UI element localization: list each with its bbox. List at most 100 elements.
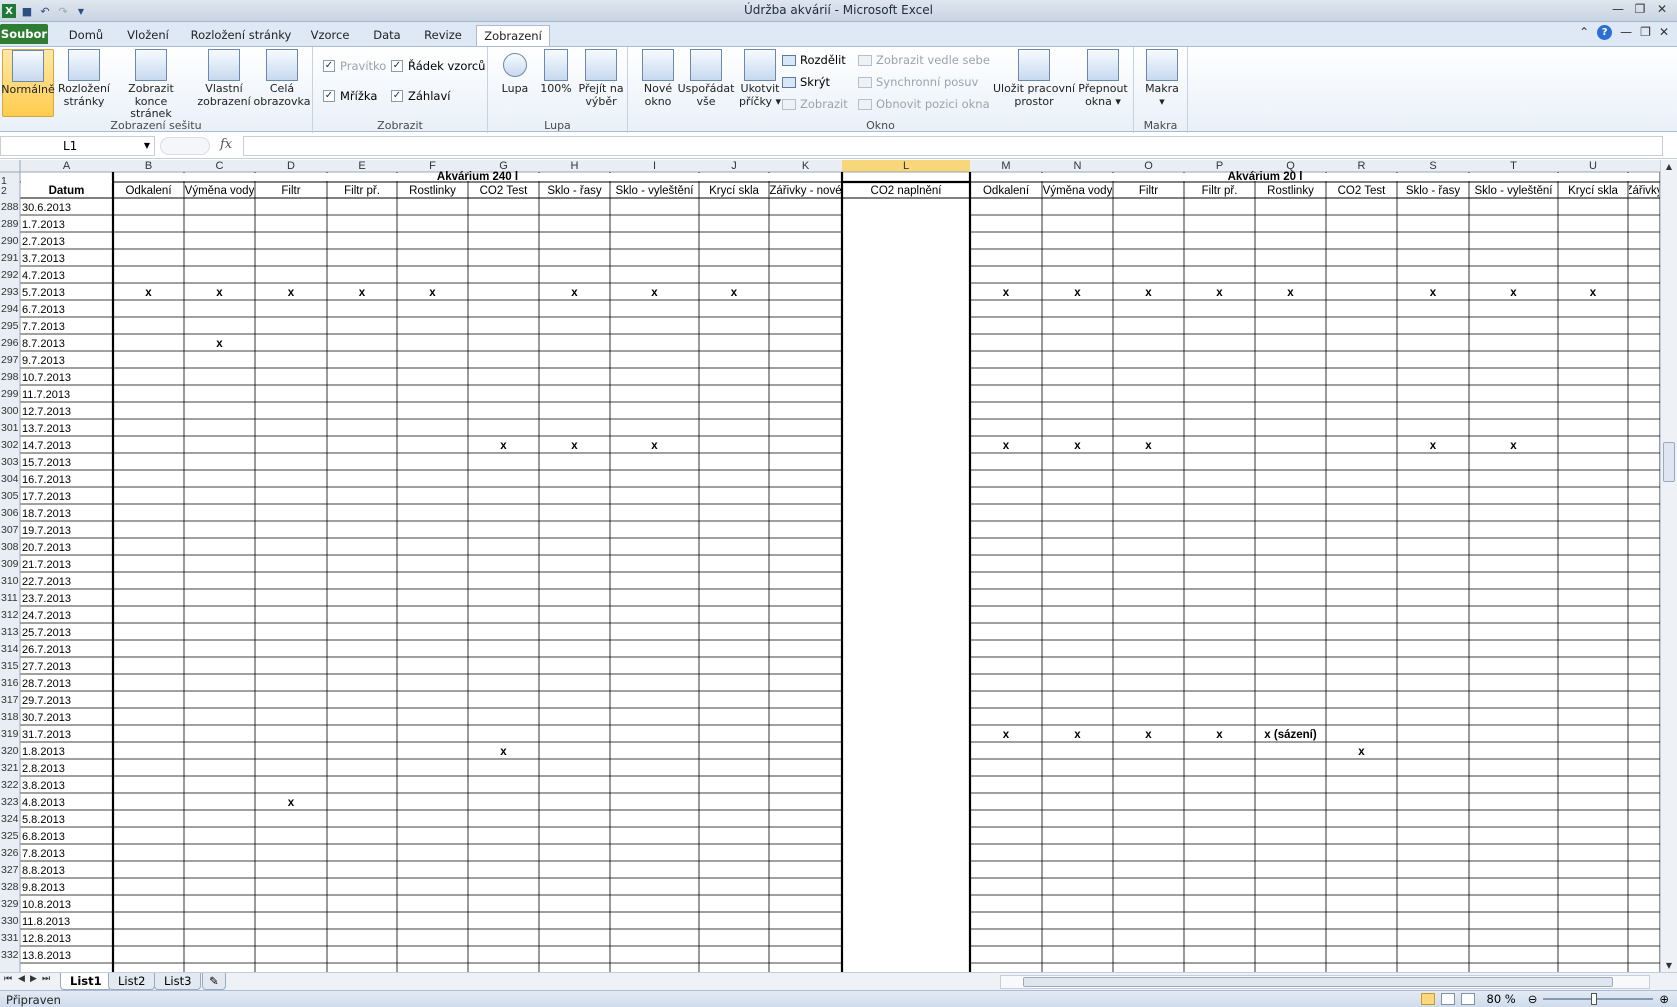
zoom-button[interactable]: Lupa — [496, 49, 534, 96]
row-header[interactable]: 290 — [1, 235, 19, 247]
horizontal-scrollbar[interactable] — [1000, 975, 1650, 989]
row-header[interactable]: 298 — [1, 371, 19, 383]
zoom-to-selection-button[interactable]: Přejít na výběr — [576, 49, 626, 108]
column-header-t[interactable]: T — [1510, 160, 1517, 172]
zoom-100-button[interactable]: 100% — [538, 49, 574, 96]
worksheet-grid-svg[interactable]: A B C D E F G H I J K L M N O P Q R S T U1228828929029129229… — [0, 160, 1660, 972]
page-layout-status-icon[interactable] — [1440, 993, 1455, 1005]
gridlines-checkbox[interactable]: ✓ Mřížka — [323, 89, 377, 103]
row-header[interactable]: 299 — [1, 388, 19, 400]
row-header[interactable]: 303 — [1, 456, 19, 468]
column-header-d[interactable]: D — [287, 160, 295, 172]
workbook-minimize-icon[interactable]: — — [1620, 25, 1632, 40]
row-header[interactable]: 289 — [1, 218, 19, 230]
row-header[interactable]: 318 — [1, 711, 19, 723]
ruler-checkbox[interactable]: ✓ Pravítko — [323, 59, 386, 73]
dropdown-arrow-icon[interactable]: ▼ — [144, 137, 150, 155]
tab-file[interactable]: Soubor — [0, 24, 48, 44]
row-header[interactable]: 294 — [1, 303, 19, 315]
close-button[interactable]: ✕ — [1651, 0, 1673, 18]
row-header[interactable]: 310 — [1, 575, 19, 587]
row-header[interactable]: 291 — [1, 252, 19, 264]
row-header[interactable]: 293 — [1, 286, 19, 298]
row-header[interactable]: 325 — [1, 830, 19, 842]
row-header[interactable]: 332 — [1, 949, 19, 961]
vertical-scroll-thumb[interactable] — [1663, 442, 1675, 482]
workbook-restore-icon[interactable]: ❐ — [1640, 25, 1651, 40]
page-layout-view-button[interactable]: Rozložení stránky — [56, 49, 112, 108]
row-header[interactable]: 314 — [1, 643, 19, 655]
column-header-s[interactable]: S — [1429, 160, 1436, 172]
tab-home[interactable]: Domů — [62, 25, 110, 46]
row-header[interactable]: 324 — [1, 813, 19, 825]
sheet-tab-list2[interactable]: List2 — [108, 973, 156, 990]
normal-view-button[interactable]: Normálně — [1, 49, 55, 117]
sheet-tab-list1[interactable]: List1 — [60, 973, 112, 990]
column-header-f[interactable]: F — [429, 160, 436, 172]
save-workspace-button[interactable]: Uložit pracovní prostor — [992, 49, 1076, 108]
help-icon[interactable]: ? — [1597, 25, 1613, 40]
arrange-all-button[interactable]: Uspořádat vše — [675, 49, 737, 108]
unhide-button[interactable]: Zobrazit — [782, 97, 848, 111]
row-header[interactable]: 315 — [1, 660, 19, 672]
row-header[interactable]: 305 — [1, 490, 19, 502]
row-header[interactable]: 307 — [1, 524, 19, 536]
worksheet-grid[interactable]: A B C D E F G H I J K L M N O P Q R S T U 1 2 288 289 290 291 292 29… — [0, 160, 1660, 972]
row-header[interactable]: 326 — [1, 847, 19, 859]
row-header[interactable]: 309 — [1, 558, 19, 570]
row-header[interactable]: 2 — [1, 185, 7, 197]
row-header[interactable]: 288 — [1, 201, 19, 213]
row-header[interactable]: 328 — [1, 881, 19, 893]
row-header[interactable]: 302 — [1, 439, 19, 451]
row-header[interactable]: 292 — [1, 269, 19, 281]
row-header[interactable]: 313 — [1, 626, 19, 638]
view-side-by-side-button[interactable]: Zobrazit vedle sebe — [858, 53, 990, 67]
row-header[interactable]: 322 — [1, 779, 19, 791]
formula-bar-checkbox[interactable]: ✓ Řádek vzorců — [391, 59, 485, 73]
page-break-preview-button[interactable]: Zobrazit konce stránek — [113, 49, 189, 121]
full-screen-button[interactable]: Celá obrazovka — [253, 49, 311, 108]
last-sheet-icon[interactable]: ⏭ — [42, 974, 50, 984]
column-header-i[interactable]: I — [653, 160, 656, 172]
tab-data[interactable]: Data — [366, 25, 408, 46]
row-header[interactable]: 295 — [1, 320, 19, 332]
prev-sheet-icon[interactable]: ◀ — [18, 974, 25, 984]
zoom-level[interactable]: 80 % — [1487, 992, 1516, 1006]
tab-view[interactable]: Zobrazení — [476, 25, 550, 46]
normal-view-status-icon[interactable] — [1420, 993, 1435, 1005]
row-header[interactable]: 297 — [1, 354, 19, 366]
row-header[interactable]: 304 — [1, 473, 19, 485]
headings-checkbox[interactable]: ✓ Záhlaví — [391, 89, 450, 103]
row-header[interactable]: 329 — [1, 898, 19, 910]
row-header[interactable]: 330 — [1, 915, 19, 927]
zoom-in-icon[interactable]: ⊕ — [1659, 992, 1669, 1006]
split-button[interactable]: Rozdělit — [782, 53, 846, 67]
switch-windows-button[interactable]: Přepnout okna ▾ — [1075, 49, 1131, 108]
row-header[interactable]: 320 — [1, 745, 19, 757]
zoom-slider[interactable] — [1543, 993, 1654, 1005]
tab-review[interactable]: Revize — [418, 25, 468, 46]
column-header-n[interactable]: N — [1074, 160, 1082, 172]
column-header-e[interactable]: E — [358, 160, 365, 172]
row-header[interactable]: 300 — [1, 405, 19, 417]
column-header-l[interactable]: L — [903, 160, 909, 172]
row-header[interactable]: 308 — [1, 541, 19, 553]
next-sheet-icon[interactable]: ▶ — [30, 974, 37, 984]
formula-input[interactable] — [243, 136, 1663, 156]
row-header[interactable]: 316 — [1, 677, 19, 689]
page-break-status-icon[interactable] — [1460, 993, 1475, 1005]
tab-insert[interactable]: Vložení — [120, 25, 176, 46]
reset-window-position-button[interactable]: Obnovit pozici okna — [858, 97, 990, 111]
column-header-u[interactable]: U — [1589, 160, 1597, 172]
column-header-p[interactable]: P — [1216, 160, 1223, 172]
column-header-o[interactable]: O — [1144, 160, 1153, 172]
row-header[interactable]: 323 — [1, 796, 19, 808]
row-header[interactable]: 296 — [1, 337, 19, 349]
restore-button[interactable]: ❐ — [1629, 0, 1651, 18]
tab-page-layout[interactable]: Rozložení stránky — [188, 25, 294, 46]
scroll-up-icon[interactable]: ▲ — [1661, 162, 1677, 171]
zoom-slider-knob[interactable] — [1591, 993, 1598, 1005]
column-header-j[interactable]: J — [731, 160, 737, 172]
row-header[interactable]: 301 — [1, 422, 19, 434]
row-header[interactable]: 306 — [1, 507, 19, 519]
